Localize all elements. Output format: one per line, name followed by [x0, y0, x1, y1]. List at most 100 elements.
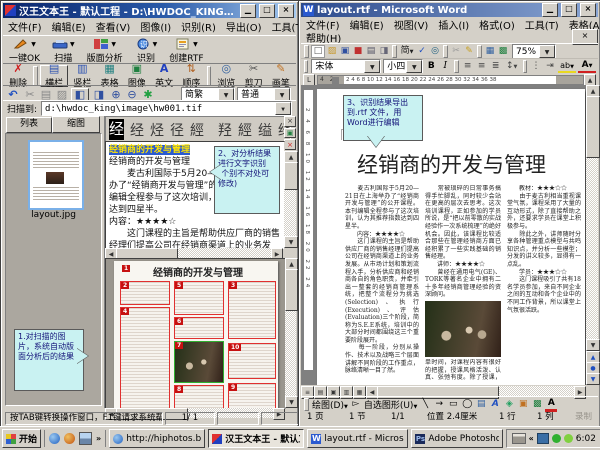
tray-collapse-icon[interactable]: « [529, 434, 534, 443]
scroll-down-icon[interactable]: ▼ [586, 339, 600, 351]
cut-icon[interactable]: ✂ [450, 46, 462, 57]
ocr-title-highlighted[interactable]: 经销商的开发与管理 [109, 145, 190, 155]
permission-icon[interactable]: ■ [352, 46, 364, 57]
maximize-button[interactable]: □ [561, 3, 577, 17]
ocr-hscrollbar[interactable]: ◀ ▶ [105, 248, 283, 258]
image-vscrollbar[interactable]: ▲ ▼ [285, 258, 296, 408]
taskbar-task-hanwang[interactable]: 汉王文本王 - 默认工程... [208, 429, 304, 448]
taskbar-task-browser[interactable]: http://hiphotos.baidu.co... [109, 429, 205, 448]
align-justify-icon[interactable]: ≣ [490, 61, 502, 72]
network-tray-icon[interactable] [537, 433, 549, 444]
close-candidates-icon[interactable]: × [284, 116, 296, 127]
printer-tray-icon[interactable] [512, 433, 526, 444]
candidate-char[interactable]: 經 [238, 120, 252, 140]
pen-button[interactable]: ✎画笔 [268, 65, 294, 87]
one-key-ok-button[interactable]: ▼ 一键OK [7, 37, 42, 65]
recognize-button[interactable]: 识▼ 识别 [133, 37, 160, 65]
indent-marker[interactable] [332, 77, 339, 84]
reject-icon[interactable]: × [284, 139, 296, 150]
ocr-line[interactable]: 这门课程的主旨是帮助供应厂商的销售经理们提高公司在经销商渠道上的业务发展。从市场… [109, 228, 281, 250]
scroll-thumb[interactable] [284, 162, 298, 190]
numbering-icon[interactable]: ⋮ [530, 61, 542, 72]
word-vscrollbar[interactable]: ▲ ▼ ▲ ● ▼ [586, 85, 598, 385]
menu-file[interactable]: 文件(F) [3, 18, 47, 35]
selected-char[interactable]: 经 [109, 119, 124, 140]
text-region[interactable]: 3 [228, 281, 276, 339]
insert-picture-icon[interactable]: ▩ [531, 399, 543, 410]
zoom-out-icon[interactable]: ⊖ [125, 89, 139, 101]
oval-icon[interactable]: ◯ [461, 399, 473, 410]
bold-button[interactable]: B [425, 61, 437, 72]
dropdown-arrow-icon[interactable]: ▼ [31, 41, 36, 48]
drawing-font-color-icon[interactable]: A [545, 398, 557, 412]
confirm-icon[interactable]: ▣ [284, 128, 296, 139]
minimize-button[interactable]: ▁ [240, 4, 256, 18]
show-desktop-icon[interactable] [79, 432, 92, 445]
dropdown-arrow-icon[interactable]: ▼ [193, 41, 198, 48]
dropdown-arrow-icon[interactable]: ▼ [539, 45, 555, 58]
dropdown-arrow-icon[interactable]: ▼ [153, 41, 158, 48]
table-region-button[interactable]: ▦表格 [96, 65, 122, 87]
diagram-icon[interactable]: ◈ [503, 399, 515, 410]
dropdown-arrow-icon[interactable]: ▼ [275, 102, 291, 115]
dropdown-arrow-icon[interactable]: ▼ [364, 60, 380, 73]
indent-icon[interactable]: ⇥ [544, 61, 556, 72]
region-number[interactable]: 1 [122, 265, 130, 272]
scroll-thumb[interactable] [285, 269, 298, 311]
clipart-icon[interactable]: ▣ [517, 399, 529, 410]
copy-icon[interactable]: ▤ [39, 89, 53, 101]
clock[interactable]: 6:02 [576, 434, 596, 444]
candidate-char[interactable]: 烃 [150, 120, 164, 140]
start-button[interactable]: 开始 [2, 429, 41, 448]
thumbnail-filename[interactable]: layout.jpg [6, 210, 101, 220]
spelling-icon[interactable]: ✓ [416, 46, 428, 57]
ie-quicklaunch-icon[interactable] [49, 433, 60, 444]
ocr-vscrollbar[interactable]: ▲ ▼ [284, 151, 296, 248]
page-thumbnail[interactable] [28, 140, 84, 210]
text-region[interactable]: 10 [228, 343, 276, 379]
line-icon[interactable]: ╲ [419, 399, 431, 410]
scroll-thumb[interactable] [586, 96, 600, 158]
zoom-in-icon[interactable]: ⊕ [109, 89, 123, 101]
tab-list[interactable]: 列表 [6, 117, 52, 133]
ocr-text-pane[interactable]: 经销商的开发与管理 经销商的开发与管理 麦古利国际于5月20—21日在上海举办了… [105, 141, 285, 250]
autoshapes-menu-button[interactable]: 自选图形(U)▼ [364, 398, 417, 411]
status-tray-icon[interactable] [552, 434, 561, 443]
update-tray-icon[interactable] [564, 434, 573, 443]
candidate-char[interactable]: 经 [130, 120, 144, 140]
menu-image[interactable]: 图像(I) [135, 18, 176, 35]
doc-title[interactable]: 经销商的开发与管理 [357, 149, 583, 179]
wordart-icon[interactable]: A [489, 399, 501, 410]
taskbar-task-photoshop[interactable]: Ps Adobe Photoshop CS3 E... [411, 429, 502, 448]
new-document-icon[interactable]: □ [311, 45, 325, 58]
insert-excel-icon[interactable]: ▩ [497, 46, 509, 57]
menu-recognize[interactable]: 识别(R) [176, 18, 221, 35]
split-vertical-icon[interactable]: ◨ [91, 89, 107, 101]
rectangle-icon[interactable]: ▭ [447, 399, 459, 410]
vcolumn-region-button[interactable]: ▥竖栏 [69, 65, 95, 87]
tab-thumbnail[interactable]: 缩图 [52, 116, 100, 133]
text-region[interactable]: 6 [174, 317, 224, 339]
menu-view[interactable]: 查看(V) [91, 18, 136, 35]
text-region[interactable]: 9 [228, 383, 276, 410]
next-page-icon[interactable]: ▼ [586, 373, 600, 385]
settings-icon[interactable]: ✱ [141, 89, 155, 101]
doc-column-1[interactable]: 麦古利国际于5月20—21日在上海举办了“经销商开发与管理”的公开课程。本刊编辑… [345, 185, 419, 381]
scan-image-pane[interactable]: 经销商的开发与管理 1 2 4 5 6 7 8 3 10 9 [105, 258, 287, 410]
text-region[interactable]: 2 [120, 281, 170, 305]
maximize-button[interactable]: □ [259, 4, 275, 18]
line-spacing-button[interactable]: ↕▼ [504, 61, 520, 72]
draw-menu-button[interactable]: 绘图(D)▼ [312, 398, 348, 411]
english-region-button[interactable]: A英文 [151, 65, 177, 87]
scroll-down-icon[interactable]: ▼ [285, 396, 298, 408]
scan-path-combo[interactable]: d:\hwdoc_king\image\hw001.tif▼ [41, 101, 292, 116]
candidate-char[interactable]: 羟 [218, 120, 232, 140]
layout-analysis-button[interactable]: ▼ 版面分析 [85, 37, 125, 65]
italic-button[interactable]: I [439, 61, 451, 72]
doc-photo[interactable] [425, 301, 501, 357]
text-box-icon[interactable]: ▤ [475, 399, 487, 410]
open-icon[interactable]: ▨ [326, 46, 338, 57]
taskbar-task-word[interactable]: W layout.rtf - Microsoft Word [307, 429, 408, 448]
dropdown-arrow-icon[interactable]: ▼ [406, 60, 422, 73]
minimize-button[interactable]: ▁ [542, 3, 558, 17]
